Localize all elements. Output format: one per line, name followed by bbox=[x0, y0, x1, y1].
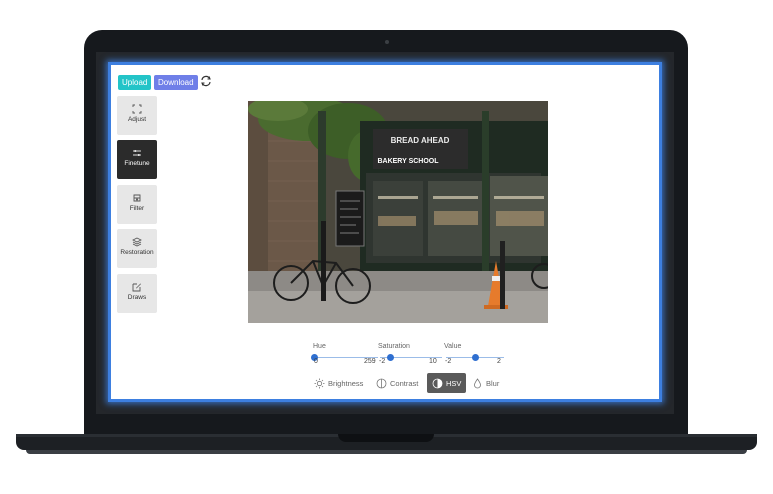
edit-icon bbox=[132, 283, 141, 292]
tab-blur[interactable]: Blur bbox=[472, 373, 499, 393]
saturation-slider-thumb[interactable] bbox=[387, 354, 395, 361]
layers-icon bbox=[132, 237, 142, 247]
shop-subsign: BAKERY SCHOOL bbox=[377, 158, 439, 165]
tab-label: Contrast bbox=[390, 378, 419, 388]
upload-button[interactable]: Upload bbox=[118, 75, 152, 90]
tab-label: Blur bbox=[486, 378, 500, 388]
value-max: 2 bbox=[497, 358, 501, 365]
sidebar-item-label: Finetune bbox=[124, 160, 150, 167]
saturation-label: Saturation bbox=[378, 343, 410, 350]
value-min: -2 bbox=[445, 358, 452, 365]
tab-label: Brightness bbox=[328, 378, 364, 388]
sun-icon bbox=[314, 378, 325, 388]
photo-canvas[interactable]: BREAD AHEAD BAKERY SCHOOL bbox=[248, 101, 548, 323]
laptop-base-foot bbox=[26, 450, 747, 454]
laptop-notch bbox=[338, 434, 434, 442]
sidebar-item-label: Draws bbox=[127, 294, 147, 301]
tab-hsv[interactable]: HSV bbox=[427, 373, 467, 393]
sidebar-item-label: Filter bbox=[129, 205, 145, 212]
filter-icon bbox=[133, 194, 141, 202]
photo-image: BREAD AHEAD BAKERY SCHOOL bbox=[248, 101, 548, 323]
tab-label: HSV bbox=[446, 378, 462, 388]
app-screen: Upload Download Adjust Finetune Filter R… bbox=[108, 62, 662, 402]
hue-label: Hue bbox=[313, 343, 326, 350]
refresh-icon[interactable] bbox=[199, 74, 213, 88]
sidebar-item-draws[interactable]: Draws bbox=[117, 274, 157, 313]
sidebar-item-filter[interactable]: Filter bbox=[117, 185, 157, 224]
saturation-max: 10 bbox=[429, 358, 437, 365]
sliders-icon bbox=[133, 150, 141, 156]
hsv-icon bbox=[432, 378, 443, 388]
expand-icon bbox=[132, 104, 142, 114]
download-button[interactable]: Download bbox=[154, 75, 198, 90]
sidebar-item-restoration[interactable]: Restoration bbox=[117, 229, 157, 268]
tab-brightness[interactable]: Brightness bbox=[314, 373, 363, 393]
saturation-min: -2 bbox=[379, 358, 386, 365]
drop-icon bbox=[474, 377, 481, 388]
shop-sign: BREAD AHEAD bbox=[391, 136, 450, 145]
sidebar-item-label: Restoration bbox=[120, 249, 154, 256]
sidebar-item-finetune[interactable]: Finetune bbox=[117, 140, 157, 179]
sidebar-item-label: Adjust bbox=[127, 116, 147, 123]
value-label: Value bbox=[444, 343, 462, 350]
hue-min: 0 bbox=[314, 358, 318, 365]
sidebar-item-adjust[interactable]: Adjust bbox=[117, 96, 157, 135]
tab-contrast[interactable]: Contrast bbox=[376, 373, 418, 393]
hue-max: 259 bbox=[364, 358, 376, 365]
webcam bbox=[385, 40, 389, 44]
value-slider-thumb[interactable] bbox=[471, 354, 479, 361]
contrast-icon bbox=[376, 378, 387, 388]
